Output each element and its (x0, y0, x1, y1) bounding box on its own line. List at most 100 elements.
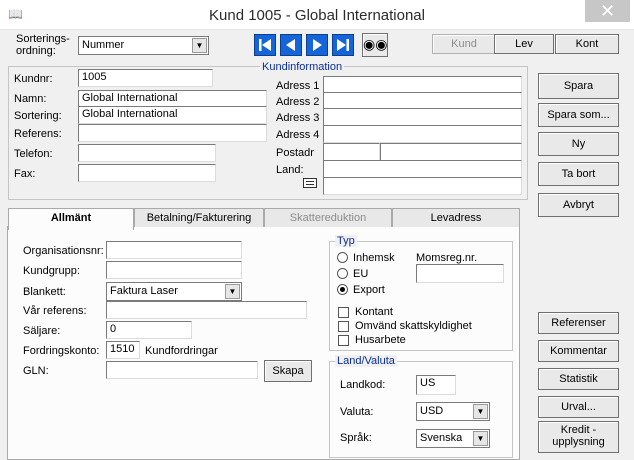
save-as-button[interactable]: Spara som... (538, 103, 619, 127)
adress4-label: Adress 4 (276, 129, 320, 141)
previous-record-button[interactable] (280, 34, 302, 56)
comment-button[interactable]: Kommentar (538, 340, 619, 362)
blankett-select[interactable]: Faktura Laser ▼ (106, 282, 242, 301)
postnr-field[interactable] (323, 143, 380, 161)
last-record-button[interactable] (332, 34, 354, 56)
sort-label-2: ordning: (16, 45, 56, 57)
kund-button[interactable]: Kund (432, 34, 496, 54)
credit-label-1: Kredit - (560, 424, 597, 436)
omvand-checkbox[interactable] (338, 321, 349, 332)
sprak-value: Svenska (420, 432, 463, 444)
save-button[interactable]: Spara (538, 73, 619, 99)
skapa-button[interactable]: Skapa (264, 360, 312, 382)
kundgrupp-field[interactable] (106, 261, 242, 279)
var-referens-label: Vår referens: (23, 305, 87, 317)
kontant-checkbox[interactable] (338, 307, 349, 318)
land-field[interactable] (323, 160, 522, 178)
tab-allmant[interactable]: Allmänt (8, 208, 134, 230)
husarbete-label: Husarbete (355, 334, 406, 346)
lev-button[interactable]: Lev (494, 34, 554, 54)
close-button[interactable]: ✕ (585, 0, 630, 22)
blankett-label: Blankett: (23, 286, 66, 298)
saljare-field[interactable]: 0 (106, 321, 192, 339)
kundgrupp-label: Kundgrupp: (23, 265, 80, 277)
previous-icon (286, 39, 295, 51)
tab-skattereduktion[interactable]: Skattereduktion (264, 208, 392, 227)
sprak-select[interactable]: Svenska ▼ (416, 429, 490, 448)
references-button[interactable]: Referenser (538, 312, 619, 334)
chevron-down-icon: ▼ (192, 38, 207, 53)
delete-button[interactable]: Ta bort (538, 162, 619, 186)
referens-label: Referens: (14, 128, 62, 140)
typ-title: Typ (335, 235, 357, 247)
fordringskonto-label: Fordringskonto: (23, 345, 100, 357)
fax-field[interactable] (78, 164, 216, 182)
omvand-label: Omvänd skattskyldighet (355, 320, 472, 332)
gln-field[interactable] (106, 361, 258, 379)
landkod-label: Landkod: (340, 379, 386, 391)
gln-label: GLN: (23, 365, 49, 377)
saljare-label: Säljare: (23, 325, 61, 337)
adress4-field[interactable] (323, 125, 522, 143)
chevron-down-icon: ▼ (225, 284, 240, 299)
sortering-field[interactable]: Global International (78, 106, 267, 124)
sortering-label: Sortering: (14, 110, 62, 122)
export-radio[interactable] (337, 284, 348, 295)
binoculars-search-button[interactable]: ◉◉ (362, 33, 388, 57)
eu-radio[interactable] (337, 268, 348, 279)
kontant-label: Kontant (355, 306, 393, 318)
land-valuta-title: Land/Valuta (335, 355, 397, 367)
postort-field[interactable] (380, 143, 522, 161)
adress2-label: Adress 2 (276, 96, 320, 108)
statistics-button[interactable]: Statistik (538, 368, 619, 390)
inhemsk-radio[interactable] (337, 252, 348, 263)
fax-label: Fax: (14, 168, 36, 180)
var-referens-field[interactable] (106, 301, 307, 319)
landkod-field[interactable]: US (416, 375, 456, 395)
land-extra-field[interactable] (323, 177, 522, 195)
new-button[interactable]: Ny (538, 132, 619, 156)
customer-info-title: Kundinformation (260, 61, 345, 73)
valuta-select[interactable]: USD ▼ (416, 402, 490, 421)
tab-levadress[interactable]: Levadress (392, 208, 520, 227)
telefon-label: Telefon: (14, 148, 53, 160)
export-label: Export (353, 284, 385, 296)
adress3-field[interactable] (323, 108, 522, 126)
window-title: Kund 1005 - Global International (209, 7, 425, 24)
credit-report-button[interactable]: Kredit - upplysning (538, 421, 619, 453)
husarbete-checkbox[interactable] (338, 335, 349, 346)
selection-button[interactable]: Urval... (538, 396, 619, 418)
kundnr-label: Kundnr: (14, 73, 53, 85)
adress1-label: Adress 1 (276, 80, 320, 92)
first-record-button[interactable] (254, 34, 276, 56)
address-card-icon[interactable] (303, 178, 317, 188)
cancel-button[interactable]: Avbryt (538, 193, 619, 217)
momsreg-label: Momsreg.nr. (416, 252, 478, 264)
referens-field[interactable] (78, 124, 267, 142)
namn-label: Namn: (14, 93, 47, 105)
valuta-label: Valuta: (340, 406, 374, 418)
momsreg-field[interactable] (416, 264, 504, 283)
sort-order-select[interactable]: Nummer ▼ (78, 36, 209, 55)
orgnr-field[interactable] (106, 241, 242, 259)
credit-label-2: upplysning (552, 436, 605, 448)
sprak-label: Språk: (340, 432, 372, 444)
first-icon (259, 39, 271, 51)
sort-order-value: Nummer (82, 39, 125, 51)
postadr-label: Postadr (276, 147, 314, 159)
chevron-down-icon: ▼ (473, 431, 488, 446)
orgnr-label: Organisationsnr: (23, 245, 104, 257)
last-icon (337, 39, 349, 51)
kundnr-field[interactable]: 1005 (78, 69, 213, 87)
telefon-field[interactable] (78, 144, 216, 162)
next-record-button[interactable] (306, 34, 328, 56)
blankett-value: Faktura Laser (110, 285, 178, 297)
fordringskonto-field[interactable]: 1510 (106, 341, 140, 359)
tab-betalning[interactable]: Betalning/Fakturering (134, 208, 264, 227)
eu-label: EU (353, 268, 369, 280)
adress3-label: Adress 3 (276, 112, 320, 124)
chevron-down-icon: ▼ (473, 404, 488, 419)
sort-label-1: Sorterings- (16, 33, 70, 45)
kont-button[interactable]: Kont (555, 34, 619, 54)
next-icon (313, 39, 322, 51)
